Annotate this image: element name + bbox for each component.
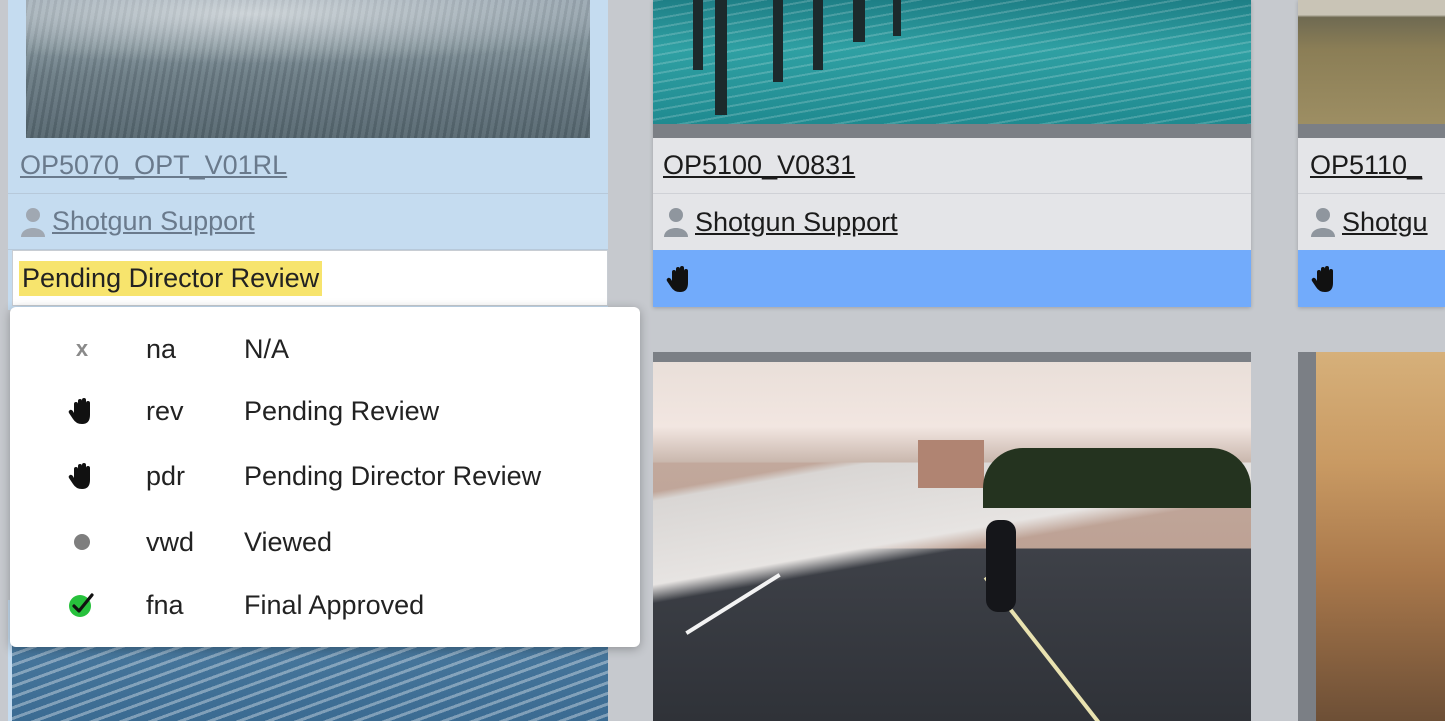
hand-icon xyxy=(1311,265,1333,292)
hand-icon xyxy=(666,265,688,292)
check-icon xyxy=(66,574,98,636)
artist-link[interactable]: Shotgu xyxy=(1342,207,1428,238)
person-icon xyxy=(21,207,45,237)
dot-icon xyxy=(66,511,98,573)
thumbnail-image[interactable] xyxy=(653,362,1251,721)
status-bar[interactable] xyxy=(1298,250,1445,307)
person-icon xyxy=(664,208,688,237)
status-label: Final Approved xyxy=(244,590,425,620)
artist-link[interactable]: Shotgun Support xyxy=(52,206,255,237)
status-option-rev[interactable]: rev Pending Review xyxy=(10,380,640,442)
status-bar[interactable] xyxy=(653,250,1251,307)
status-code: rev xyxy=(146,396,184,426)
thumbnail-image[interactable] xyxy=(1298,0,1445,124)
thumbnail-image[interactable] xyxy=(26,0,590,138)
status-option-na[interactable]: x na N/A xyxy=(10,318,640,380)
version-name-link[interactable]: OP5110_ xyxy=(1310,150,1422,181)
hand-icon xyxy=(66,445,98,507)
status-option-vwd[interactable]: vwd Viewed xyxy=(10,511,640,573)
hand-icon xyxy=(66,380,98,442)
status-label: N/A xyxy=(244,334,290,364)
status-label: Pending Review xyxy=(244,396,440,426)
thumbnail-image[interactable] xyxy=(1316,352,1445,721)
status-dropdown-menu: x na N/A rev Pending Review pdr Pending … xyxy=(10,307,640,647)
version-card-lower-middle[interactable] xyxy=(653,352,1251,721)
status-option-pdr[interactable]: pdr Pending Director Review xyxy=(10,445,640,507)
thumbnail-image[interactable] xyxy=(653,0,1251,124)
status-field[interactable]: Pending Director Review xyxy=(12,250,608,306)
status-code: vwd xyxy=(146,527,195,557)
status-input-value: Pending Director Review xyxy=(19,260,323,296)
artist-link[interactable]: Shotgun Support xyxy=(695,207,898,238)
version-name-link[interactable]: OP5100_V0831 xyxy=(663,150,855,181)
status-code: pdr xyxy=(146,461,186,491)
status-option-fna[interactable]: fna Final Approved xyxy=(10,574,640,636)
version-card-op5100[interactable]: OP5100_V0831 Shotgun Support xyxy=(653,0,1251,307)
person-icon xyxy=(1311,208,1335,237)
status-label: Viewed xyxy=(244,527,333,557)
status-code: na xyxy=(146,334,177,364)
version-card-lower-right[interactable] xyxy=(1298,352,1445,721)
version-card-op5070[interactable]: OP5070_OPT_V01RL Shotgun Support Pending… xyxy=(8,0,608,310)
version-card-op5110[interactable]: OP5110_ Shotgu xyxy=(1298,0,1445,307)
version-name-link[interactable]: OP5070_OPT_V01RL xyxy=(20,150,287,181)
status-code: fna xyxy=(146,590,184,620)
x-icon: x xyxy=(75,336,89,361)
status-label: Pending Director Review xyxy=(244,461,542,491)
